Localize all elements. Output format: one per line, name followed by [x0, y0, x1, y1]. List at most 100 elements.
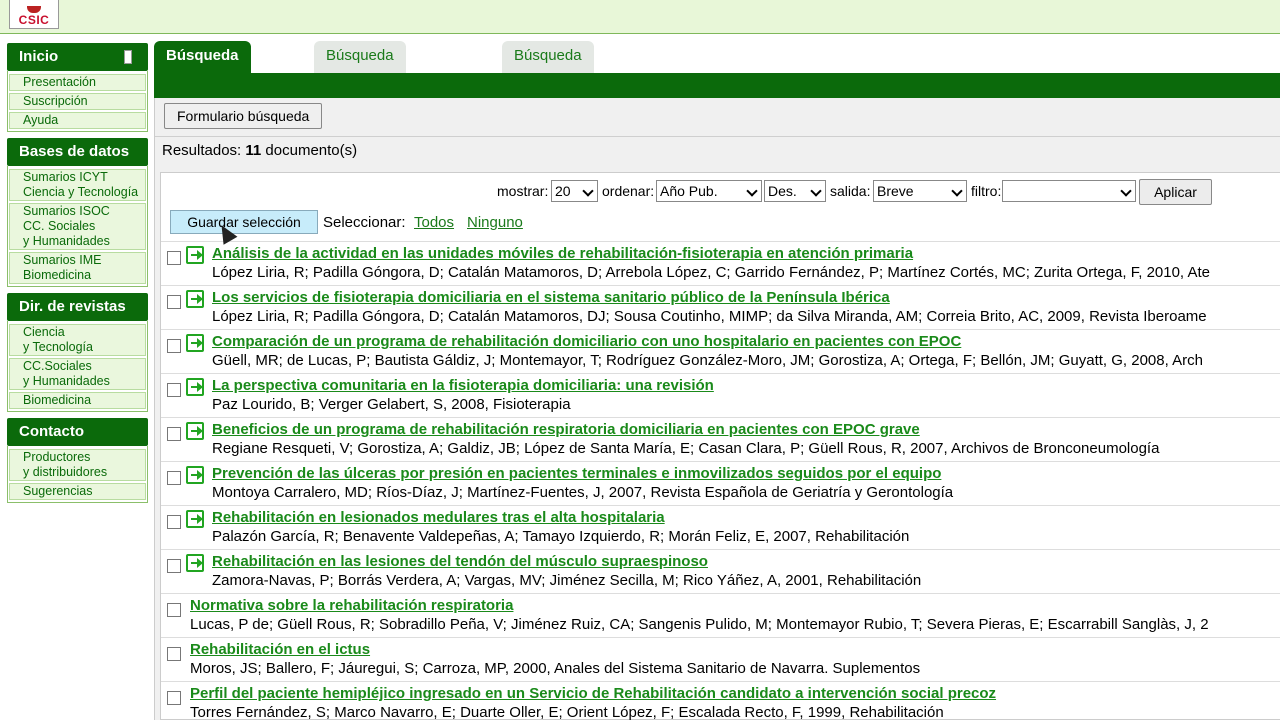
select-checkbox[interactable]: [167, 515, 181, 529]
result-title-link[interactable]: Normativa sobre la rehabilitación respir…: [190, 597, 513, 614]
result-row: Prevención de las úlceras por presión en…: [161, 461, 1280, 505]
result-title-link[interactable]: Los servicios de fisioterapia domiciliar…: [212, 289, 890, 306]
sidebar-section: Inicio Presentación Suscripción Ayuda: [7, 43, 148, 132]
results-summary: Resultados: 11 documento(s): [162, 142, 357, 159]
result-title-link[interactable]: Beneficios de un programa de rehabilitac…: [212, 421, 920, 438]
sidebar-item[interactable]: Sumarios IME Biomedicina: [9, 252, 146, 284]
sidebar-item[interactable]: Ciencia y Tecnología: [9, 324, 146, 356]
sidebar-section-title: Bases de datos: [19, 143, 130, 160]
sidebar-section: Bases de datos Sumarios ICYT Ciencia y Te…: [7, 138, 148, 287]
select-checkbox[interactable]: [167, 647, 181, 661]
external-link-icon[interactable]: [186, 466, 206, 484]
sidebar-item[interactable]: Sumarios ISOC CC. Sociales y Humanidades: [9, 203, 146, 250]
chevron-down-icon: [810, 185, 822, 197]
sidebar-section-header[interactable]: Contacto: [7, 418, 148, 446]
select-checkbox[interactable]: [167, 603, 181, 617]
select-all-link[interactable]: Todos: [414, 214, 454, 231]
sidebar-item[interactable]: Sugerencias: [9, 483, 146, 500]
result-row: Beneficios de un programa de rehabilitac…: [161, 417, 1280, 461]
select-checkbox[interactable]: [167, 295, 181, 309]
scroll-handle-icon: [124, 50, 132, 64]
result-title-link[interactable]: Rehabilitación en el ictus: [190, 641, 370, 658]
select-checkbox[interactable]: [167, 691, 181, 705]
salida-label: salida:: [830, 183, 871, 199]
external-link-icon[interactable]: [186, 554, 206, 572]
crest-icon: [27, 6, 41, 13]
result-title-link[interactable]: Comparación de un programa de rehabilita…: [212, 333, 961, 350]
sidebar-items: Ciencia y Tecnología CC.Sociales y Humani…: [7, 321, 148, 412]
result-title-link[interactable]: Rehabilitación en lesionados medulares t…: [212, 509, 665, 526]
tab-busqueda-campos[interactable]: Búsqueda por campos: [314, 41, 406, 124]
ordenar-select[interactable]: Año Pub.: [656, 180, 762, 202]
logo-text: CSIC: [18, 13, 50, 27]
result-title-link[interactable]: La perspectiva comunitaria en la fisiote…: [212, 377, 714, 394]
result-authors: Paz Lourido, B; Verger Gelabert, S, 2008…: [212, 396, 571, 413]
sidebar: Inicio Presentación Suscripción Ayuda Bases …: [7, 43, 148, 509]
sidebar-section: Dir. de revistas Ciencia y Tecnología CC.S…: [7, 293, 148, 412]
external-link-icon[interactable]: [186, 378, 206, 396]
external-link-icon[interactable]: [186, 334, 206, 352]
result-row: La perspectiva comunitaria en la fisiote…: [161, 373, 1280, 417]
sidebar-section-header[interactable]: Bases de datos: [7, 138, 148, 166]
result-row: Análisis de la actividad en las unidades…: [161, 241, 1280, 285]
result-title-link[interactable]: Rehabilitación en las lesiones del tendó…: [212, 553, 708, 570]
salida-select[interactable]: Breve: [873, 180, 967, 202]
tab-busqueda-indices[interactable]: Búsqueda por índices: [502, 41, 594, 124]
mostrar-value: 20: [555, 183, 571, 199]
apply-button[interactable]: Aplicar: [1139, 179, 1212, 205]
select-checkbox[interactable]: [167, 339, 181, 353]
result-row: Rehabilitación en el ictus Moros, JS; Bal…: [161, 637, 1280, 681]
sidebar-section-header[interactable]: Dir. de revistas: [7, 293, 148, 321]
sidebar-item[interactable]: Ayuda: [9, 112, 146, 129]
result-title-link[interactable]: Análisis de la actividad en las unidades…: [212, 245, 913, 262]
sidebar-item[interactable]: CC.Sociales y Humanidades: [9, 358, 146, 390]
external-link-icon[interactable]: [186, 290, 206, 308]
external-link-icon[interactable]: [186, 246, 206, 264]
select-checkbox[interactable]: [167, 559, 181, 573]
external-link-icon[interactable]: [186, 510, 206, 528]
select-none-link[interactable]: Ninguno: [467, 214, 523, 231]
select-checkbox[interactable]: [167, 471, 181, 485]
order-direction-select[interactable]: Des.: [764, 180, 826, 202]
tab-busqueda-simple[interactable]: Búsqueda simple: [154, 41, 251, 94]
search-form-button[interactable]: Formulario búsqueda: [164, 103, 323, 129]
results-label: Resultados:: [162, 142, 242, 159]
external-link-icon[interactable]: [186, 422, 206, 440]
sidebar-section-title: Contacto: [19, 423, 84, 440]
result-authors: Moros, JS; Ballero, F; Jáuregui, S; Carr…: [190, 660, 921, 677]
result-row: Perfil del paciente hemipléjico ingresad…: [161, 681, 1280, 725]
csic-logo[interactable]: CSIC: [9, 0, 59, 29]
filtro-select[interactable]: [1002, 180, 1136, 202]
sidebar-item[interactable]: Biomedicina: [9, 392, 146, 409]
sidebar-section: Contacto Productores y distribuidores Suge…: [7, 418, 148, 503]
results-count: 11: [245, 142, 262, 159]
sidebar-item[interactable]: Sumarios ICYT Ciencia y Tecnología: [9, 169, 146, 201]
result-row: Rehabilitación en las lesiones del tendó…: [161, 549, 1280, 593]
result-title-link[interactable]: Prevención de las úlceras por presión en…: [212, 465, 941, 482]
top-banner: CSIC: [0, 0, 1280, 34]
result-authors: López Liria, R; Padilla Góngora, D; Cata…: [212, 264, 1210, 281]
result-authors: Güell, MR; de Lucas, P; Bautista Gáldiz,…: [212, 352, 1203, 369]
tab-bar: [154, 73, 1280, 98]
result-row: Normativa sobre la rehabilitación respir…: [161, 593, 1280, 637]
chevron-down-icon: [582, 185, 594, 197]
salida-value: Breve: [877, 183, 914, 199]
sidebar-item[interactable]: Presentación: [9, 74, 146, 91]
sidebar-items: Presentación Suscripción Ayuda: [7, 71, 148, 132]
result-authors: Montoya Carralero, MD; Ríos-Díaz, J; Mar…: [212, 484, 954, 501]
result-title-link[interactable]: Perfil del paciente hemipléjico ingresad…: [190, 685, 996, 702]
select-checkbox[interactable]: [167, 427, 181, 441]
main-panel: Formulario búsqueda Resultados: 11 docum…: [154, 98, 1280, 721]
select-checkbox[interactable]: [167, 383, 181, 397]
sidebar-section-header[interactable]: Inicio: [7, 43, 148, 71]
results-controls: mostrar: 20 ordenar: Año Pub. Des. salid…: [161, 178, 1280, 205]
sidebar-item[interactable]: Suscripción: [9, 93, 146, 110]
result-authors: Zamora-Navas, P; Borrás Verdera, A; Varg…: [212, 572, 922, 589]
select-checkbox[interactable]: [167, 251, 181, 265]
sidebar-section-title: Dir. de revistas: [19, 298, 126, 315]
save-selection-button[interactable]: Guardar selección: [170, 210, 318, 234]
result-row: Rehabilitación en lesionados medulares t…: [161, 505, 1280, 549]
sidebar-item[interactable]: Productores y distribuidores: [9, 449, 146, 481]
mostrar-select[interactable]: 20: [551, 180, 598, 202]
select-label: Seleccionar:: [323, 214, 406, 231]
